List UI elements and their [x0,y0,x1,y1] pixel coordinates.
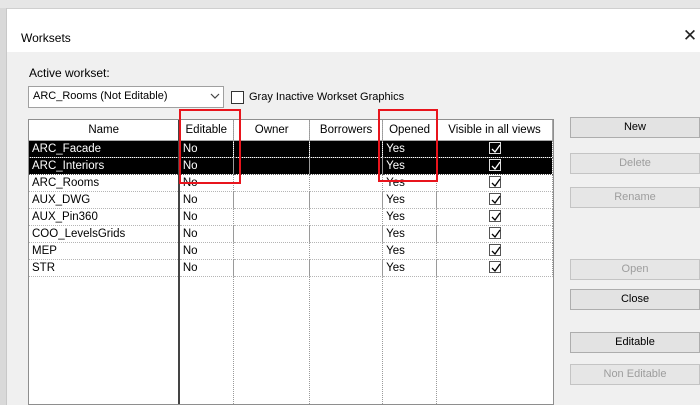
cell-owner[interactable] [233,157,311,175]
table-row[interactable]: ARC_Facade No Yes [29,140,553,158]
cell-borrowers[interactable] [309,208,384,226]
cell-opened[interactable]: Yes [382,259,438,277]
header-opened[interactable]: Opened [382,120,438,141]
cell-borrowers[interactable] [309,174,384,192]
close-icon[interactable]: ✕ [679,26,700,46]
cell-editable[interactable]: No [178,259,235,277]
cell-owner[interactable] [233,174,311,192]
cell-owner[interactable] [233,259,311,277]
cell-visible [436,242,553,260]
cell-opened[interactable]: Yes [382,191,438,209]
cell-editable[interactable]: No [178,140,235,158]
cell-borrowers[interactable] [309,157,384,175]
cell-owner[interactable] [233,140,311,158]
cell-visible [436,259,553,277]
visible-checkbox[interactable] [488,227,501,240]
cell-visible [436,191,553,209]
worksets-table: Name Editable Owner Borrowers Opened Vis… [28,119,554,405]
active-workset-label: Active workset: [29,66,110,80]
table-row[interactable]: COO_LevelsGrids No Yes [29,225,553,243]
cell-borrowers[interactable] [309,191,384,209]
table-row[interactable]: ARC_Interiors No Yes [29,157,553,175]
visible-checkbox[interactable] [488,261,501,274]
cell-opened[interactable]: Yes [382,208,438,226]
cell-visible [436,208,553,226]
cell-owner[interactable] [233,242,311,260]
active-workset-value: ARC_Rooms (Not Editable) [33,90,168,102]
cell-borrowers[interactable] [309,259,384,277]
cell-opened[interactable]: Yes [382,242,438,260]
table-row[interactable]: AUX_Pin360 No Yes [29,208,553,226]
visible-checkbox[interactable] [488,210,501,223]
header-owner[interactable]: Owner [233,120,311,141]
column-divider [233,120,234,404]
table-header-row: Name Editable Owner Borrowers Opened Vis… [29,120,553,141]
cell-visible [436,157,553,175]
header-editable[interactable]: Editable [178,120,235,141]
header-borrowers[interactable]: Borrowers [309,120,384,141]
cell-editable[interactable]: No [178,157,235,175]
cell-owner[interactable] [233,191,311,209]
cell-opened[interactable]: Yes [382,225,438,243]
cell-name: AUX_Pin360 [29,208,180,226]
visible-checkbox[interactable] [488,193,501,206]
table-row[interactable]: ARC_Rooms No Yes [29,174,553,192]
column-divider [309,120,310,404]
delete-button[interactable]: Delete [570,153,700,174]
cell-name: STR [29,259,180,277]
cell-borrowers[interactable] [309,225,384,243]
cell-visible [436,225,553,243]
visible-checkbox[interactable] [488,176,501,189]
cell-name: ARC_Interiors [29,157,180,175]
rename-button[interactable]: Rename [570,187,700,208]
close-button[interactable]: Close [570,289,700,310]
cell-editable[interactable]: No [178,242,235,260]
cell-name: MEP [29,242,180,260]
header-visible[interactable]: Visible in all views [436,120,553,141]
background-strip [0,0,700,8]
cell-editable[interactable]: No [178,174,235,192]
dialog-body: Active workset: ARC_Rooms (Not Editable)… [7,52,700,405]
gray-inactive-checkbox[interactable] [231,91,244,104]
gray-inactive-label: Gray Inactive Workset Graphics [249,91,405,103]
cell-editable[interactable]: No [178,225,235,243]
new-button[interactable]: New [570,117,700,138]
editable-button[interactable]: Editable [570,332,700,353]
cell-borrowers[interactable] [309,242,384,260]
cell-visible [436,174,553,192]
cell-opened[interactable]: Yes [382,157,438,175]
background-window-edge [0,8,7,405]
table-row[interactable]: AUX_DWG No Yes [29,191,553,209]
open-button[interactable]: Open [570,259,700,280]
chevron-down-icon [210,89,220,106]
non-editable-button[interactable]: Non Editable [570,364,700,385]
cell-name: ARC_Rooms [29,174,180,192]
cell-visible [436,140,553,158]
visible-checkbox[interactable] [488,142,501,155]
cell-editable[interactable]: No [178,208,235,226]
cell-opened[interactable]: Yes [382,174,438,192]
cell-opened[interactable]: Yes [382,140,438,158]
visible-checkbox[interactable] [488,159,501,172]
cell-name: COO_LevelsGrids [29,225,180,243]
cell-owner[interactable] [233,225,311,243]
table-row[interactable]: STR No Yes [29,259,553,277]
name-column-divider [178,120,180,404]
cell-name: ARC_Facade [29,140,180,158]
cell-owner[interactable] [233,208,311,226]
dialog-title: Worksets [21,31,71,45]
worksets-grid: Name Editable Owner Borrowers Opened Vis… [29,120,553,277]
table-row[interactable]: MEP No Yes [29,242,553,260]
cell-borrowers[interactable] [309,140,384,158]
cell-name: AUX_DWG [29,191,180,209]
column-divider [436,120,437,404]
active-workset-dropdown[interactable]: ARC_Rooms (Not Editable) [28,86,224,108]
header-name[interactable]: Name [29,120,180,141]
column-divider [382,120,383,404]
visible-checkbox[interactable] [488,244,501,257]
cell-editable[interactable]: No [178,191,235,209]
